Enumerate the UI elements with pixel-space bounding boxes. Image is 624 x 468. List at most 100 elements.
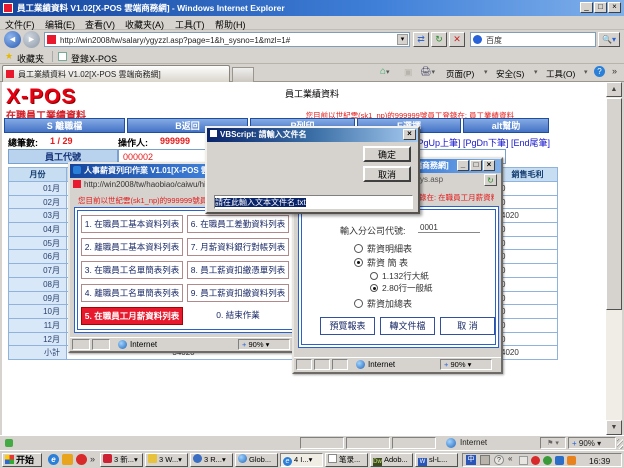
windows-logo-icon <box>5 455 14 464</box>
page-scrollbar[interactable]: ▲ ▼ <box>606 82 622 435</box>
print-menu-item-4[interactable]: 4. 離職員工名單簡表列表 <box>81 284 183 302</box>
task-button-global[interactable]: Glob... <box>235 453 278 467</box>
dialog-close-button[interactable]: × <box>403 129 416 140</box>
tray-icon-green[interactable] <box>543 456 552 465</box>
tray-icon-blue[interactable] <box>555 456 564 465</box>
tray-icon-qq[interactable] <box>531 456 540 465</box>
options-zoom-control[interactable]: + 90% ▾ <box>440 359 492 370</box>
dialog-cancel-button[interactable]: 取消 <box>363 166 411 182</box>
print-status-zone: Internet <box>130 340 157 349</box>
site-favicon <box>47 35 56 44</box>
xpos-logo: X-POS <box>6 85 76 109</box>
scroll-down-button[interactable]: ▼ <box>606 420 622 435</box>
preview-report-button[interactable]: 預覽報表 <box>320 317 375 335</box>
start-label: 开始 <box>16 455 34 465</box>
radio-total-report[interactable]: 薪資加總表 <box>354 297 412 310</box>
task-label: Glob... <box>249 455 271 464</box>
tray-icon-orange[interactable] <box>567 456 576 465</box>
print-window-url[interactable]: http://win2008/tw/haobiao/caiwu/hiress <box>84 180 221 189</box>
row-month: 11月 <box>9 319 67 333</box>
start-button[interactable]: 开始 <box>2 453 42 467</box>
dialog-title-bar[interactable]: VBScript: 請輸入文件名 × <box>207 128 418 142</box>
options-refresh-button[interactable]: ↻ <box>484 174 497 186</box>
col-header-month: 月份 <box>9 168 67 182</box>
print-menu-item-3[interactable]: 3. 在職員工名單簡表列表 <box>81 261 183 279</box>
task-button-notes[interactable]: 笔录... <box>325 453 368 467</box>
tray-clock[interactable]: 16:39 <box>589 456 610 466</box>
app-icon <box>3 3 13 13</box>
quicklaunch-messenger-icon[interactable] <box>62 454 73 465</box>
new-tab-stub[interactable] <box>232 67 254 82</box>
home-button[interactable]: ⌂▾ <box>380 66 390 77</box>
command-tools[interactable]: 工具(O) <box>546 68 575 80</box>
quicklaunch-qq-icon[interactable] <box>76 454 87 465</box>
options-window-url-fragment[interactable]: ys.asp <box>420 173 443 187</box>
print-menu-item-0-exit[interactable]: 0. 結束作業 <box>187 307 289 325</box>
toolbar-help-button[interactable]: alt幫助 <box>463 118 549 133</box>
command-safety[interactable]: 安全(S) <box>496 68 524 80</box>
command-overflow-chevron[interactable]: » <box>612 66 617 76</box>
protected-mode-cell[interactable]: ⚑ ▾ <box>540 437 566 449</box>
resize-grip[interactable] <box>617 439 623 449</box>
window-title: 員工業績資料 V1.02[X-POS 雲端商務網] - Windows Inte… <box>17 2 567 14</box>
quicklaunch-chevron[interactable]: » <box>90 454 95 464</box>
task-button-doc[interactable]: Wsl-L... <box>415 453 458 467</box>
print-menu-item-9[interactable]: 9. 員工薪資扣繳資料列表 <box>187 284 289 302</box>
tab-active[interactable]: 員工業績資料 V1.02[X-POS 雲端商務網] <box>2 65 230 82</box>
branch-code-input[interactable]: 0001 <box>418 223 480 233</box>
status-cell <box>392 437 436 449</box>
options-minimize-button[interactable]: _ <box>457 160 469 171</box>
scroll-up-button[interactable]: ▲ <box>606 82 622 97</box>
radio-paper-132[interactable]: 1.132行大紙 <box>370 270 429 282</box>
stop-button[interactable]: ✕ <box>449 32 465 47</box>
refresh-button[interactable]: ↻ <box>431 32 447 47</box>
feeds-button[interactable]: ▣ <box>404 67 413 78</box>
forward-button[interactable]: ► <box>23 31 40 48</box>
print-zoom-control[interactable]: + 90% ▾ <box>238 339 290 350</box>
caret-2: ▾ <box>534 68 538 76</box>
export-file-button[interactable]: 轉文件檔 <box>380 317 435 335</box>
zoom-icon: + <box>572 439 577 448</box>
print-menu-item-6[interactable]: 6. 在職員工差勤資料列表 <box>187 215 289 233</box>
task-button-folders[interactable]: 3 W...▾ <box>145 453 188 467</box>
print-menu-item-1[interactable]: 1. 在職員工基本資料列表 <box>81 215 183 233</box>
radio-detail-report[interactable]: 薪資明細表 <box>354 242 412 255</box>
dialog-ok-button[interactable]: 确定 <box>363 146 411 162</box>
toolbar-quit-button[interactable]: S 離職檔 <box>4 118 125 133</box>
options-maximize-button[interactable]: □ <box>470 160 482 171</box>
task-button-ie-active[interactable]: e4 I...▾ <box>280 453 323 467</box>
minimize-button[interactable]: _ <box>580 2 593 13</box>
close-button[interactable]: × <box>608 2 621 13</box>
help-button[interactable]: ? <box>594 66 605 77</box>
search-box[interactable]: 百度 <box>470 32 596 47</box>
print-menu-item-8[interactable]: 8. 員工薪資扣繳憑單列表 <box>187 261 289 279</box>
task-button-r[interactable]: 3 R...▾ <box>190 453 233 467</box>
zoom-control[interactable]: + 90% ▾ <box>568 437 616 449</box>
radio-simple-report[interactable]: 薪資 簡 表 <box>354 256 408 269</box>
maximize-button[interactable]: □ <box>594 2 607 13</box>
dialog-filename-input[interactable]: 請在此輸入文本文件名.txt <box>214 195 413 209</box>
back-button[interactable]: ◄ <box>4 31 21 48</box>
task-button-new[interactable]: 3 新...▾ <box>100 453 143 467</box>
url-field[interactable]: http://win2008/tw/salary/ygyzzl.asp?page… <box>44 32 410 47</box>
printer-tray-icon[interactable] <box>480 455 490 465</box>
hide-icons-chevron[interactable]: « <box>508 454 512 463</box>
search-button[interactable]: 🔍▾ <box>598 32 620 47</box>
options-close-button[interactable]: × <box>483 160 495 171</box>
print-menu-item-5-active[interactable]: 5. 在職員工月薪資料列表 <box>81 307 183 325</box>
ime-indicator-icon[interactable]: 中 <box>466 455 476 465</box>
quicklaunch-ie-icon[interactable]: e <box>48 454 59 465</box>
command-page[interactable]: 页面(P) <box>446 68 474 80</box>
help-tray-icon[interactable]: ? <box>494 455 504 465</box>
cancel-button[interactable]: 取 消 <box>440 317 495 335</box>
url-dropdown-icon[interactable]: ▾ <box>397 34 408 45</box>
go-button[interactable]: ⇄ <box>413 32 429 47</box>
tray-icon-doc[interactable] <box>519 456 528 465</box>
scroll-thumb[interactable] <box>606 98 622 310</box>
task-button-adobe[interactable]: DwAdob... <box>370 453 413 467</box>
task-label: Adob... <box>384 455 408 464</box>
radio-paper-80[interactable]: 2.80行一般紙 <box>370 282 433 294</box>
print-menu-item-2[interactable]: 2. 離職員工基本資料列表 <box>81 238 183 256</box>
print-menu-item-7[interactable]: 7. 月薪資料銀行對帳列表 <box>187 238 289 256</box>
print-button[interactable]: 🖨▾ <box>420 66 435 77</box>
